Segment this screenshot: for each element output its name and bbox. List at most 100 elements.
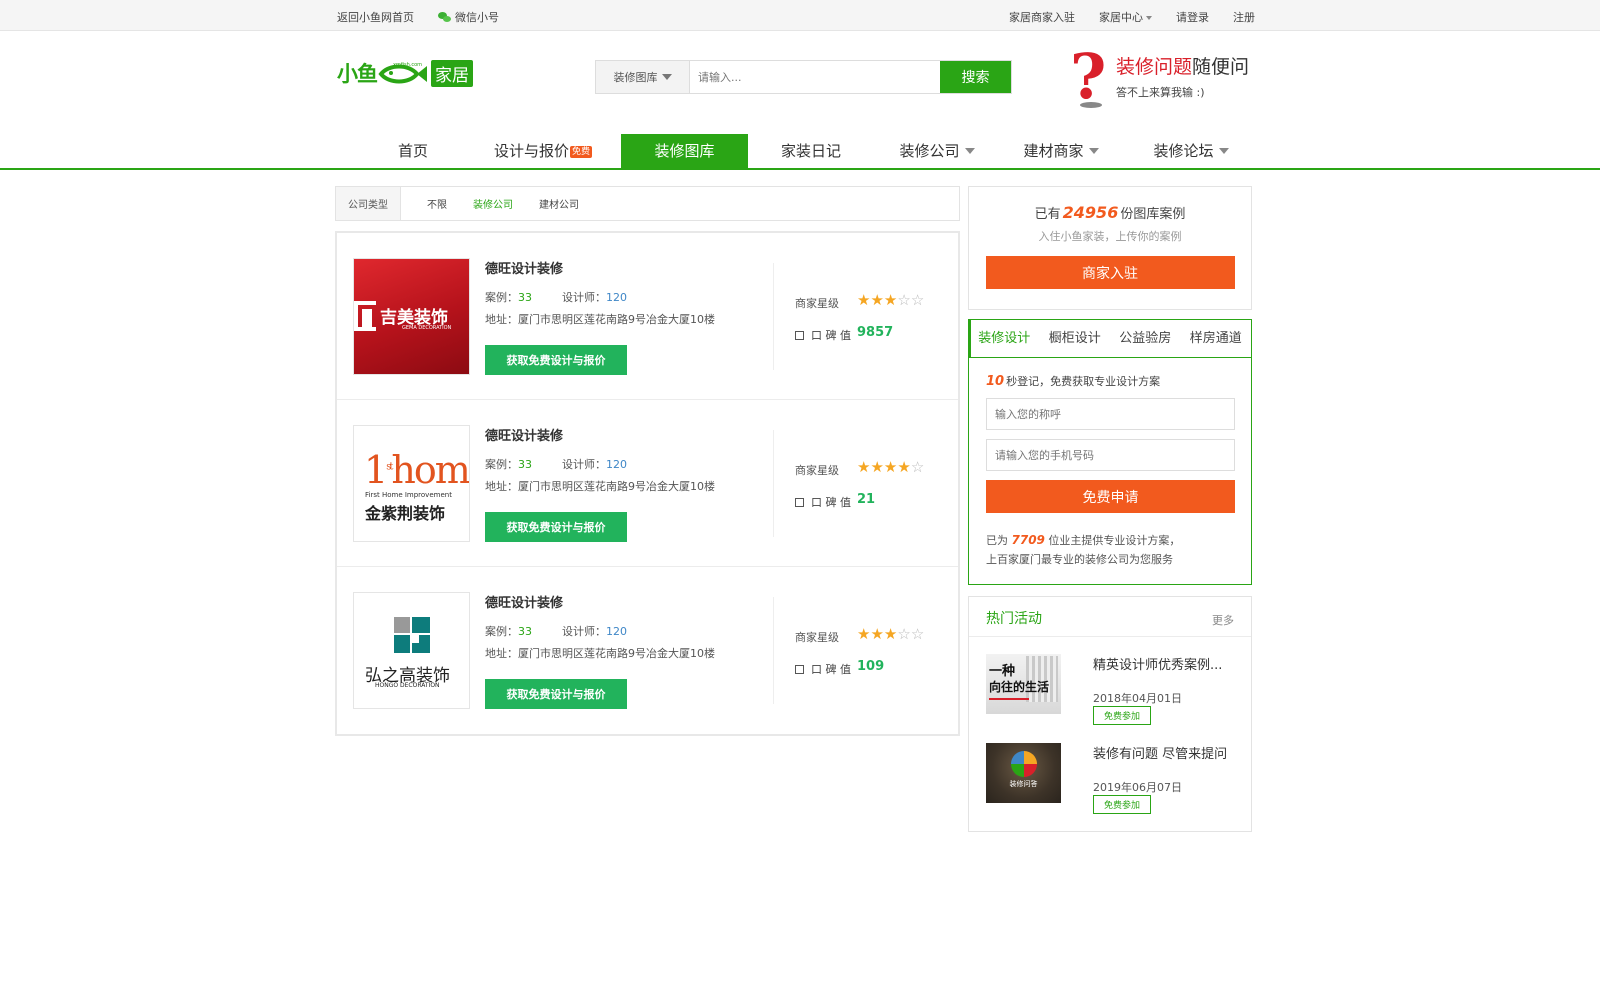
filter-option-materials[interactable]: 建材公司	[539, 196, 579, 211]
search-input[interactable]	[690, 61, 940, 93]
nav-item-diary[interactable]: 家装日记	[762, 134, 860, 168]
case-count-number: 24956	[1062, 203, 1119, 222]
search-button[interactable]: 搜索	[940, 61, 1011, 93]
register-link[interactable]: 注册	[1233, 9, 1255, 25]
company-logo-image[interactable]: 吉美装饰 GEMA DECORATION	[353, 258, 470, 375]
activities-header: 热门活动 更多	[969, 597, 1251, 637]
wechat-icon	[438, 12, 451, 22]
ask-headline-rest: 随便问	[1192, 56, 1250, 78]
activity-date: 2018年04月01日	[1093, 692, 1182, 705]
nav-item-label: 建材商家	[1023, 142, 1084, 160]
logo-wordmark: 1sthome	[364, 448, 469, 492]
chevron-down-icon	[1218, 148, 1229, 154]
case-count-panel: 已有 24956 份图库案例 入住小鱼家装，上传你的案例 商家入驻	[968, 186, 1252, 310]
tab-showroom[interactable]: 样房通道	[1181, 320, 1252, 357]
company-name[interactable]: 德旺设计装修	[485, 258, 563, 277]
company-name[interactable]: 德旺设计装修	[485, 425, 563, 444]
filter-option-all[interactable]: 不限	[427, 196, 447, 211]
search-category-select[interactable]: 装修图库	[596, 61, 690, 93]
activity-title[interactable]: 装修有问题 尽管来提问	[1093, 743, 1227, 762]
activity-image[interactable]: 一种 向往的生活	[986, 654, 1061, 714]
divider	[773, 263, 774, 370]
get-free-quote-button[interactable]: 获取免费设计与报价	[485, 345, 627, 375]
filter-label: 公司类型	[336, 187, 401, 220]
fish-logo-icon: xmfish.com	[378, 62, 427, 84]
home-center-menu[interactable]: 家居中心	[1099, 9, 1152, 25]
activities-more-link[interactable]: 更多	[1212, 612, 1234, 628]
ask-banner[interactable]: ? 装修问题随便问 答不上来算我输 :)	[1070, 46, 1260, 111]
company-name[interactable]: 德旺设计装修	[485, 592, 563, 611]
cases-label: 案例：	[485, 625, 518, 638]
ask-headline-red: 装修问题	[1116, 56, 1193, 78]
company-row: 1sthome First Home Improvement 金紫荆装饰 德旺设…	[337, 400, 958, 567]
activities-title: 热门活动	[986, 611, 1042, 627]
name-input[interactable]	[986, 398, 1235, 430]
company-logo-image[interactable]: 弘之高装饰 HONGO DECORATION	[353, 592, 470, 709]
star-rating-label: 商家星级	[795, 464, 839, 477]
reputation-label-wrap: 口 碑 值	[795, 327, 851, 343]
designers-label: 设计师：	[562, 625, 606, 638]
nav-item-design-quote[interactable]: 设计与报价 免费	[478, 134, 608, 168]
reputation-label-wrap: 口 碑 值	[795, 494, 851, 510]
nav-item-label: 首页	[397, 142, 428, 160]
back-home-link[interactable]: 返回小鱼网首页	[337, 9, 414, 25]
activity-item: 装修问答 装修有问题 尽管来提问 2019年06月07日 免费参加	[986, 743, 1236, 814]
top-bar: 返回小鱼网首页 微信小号 家居商家入驻 家居中心 请登录 注册	[0, 0, 1600, 31]
nav-item-label: 设计与报价	[493, 142, 569, 160]
activity-title[interactable]: 精英设计师优秀案例...	[1093, 654, 1222, 673]
star-filled-icon: ★	[870, 625, 884, 643]
nav-item-forum[interactable]: 装修论坛	[1140, 134, 1242, 168]
nav-item-label: 装修论坛	[1153, 142, 1214, 160]
nav-item-gallery[interactable]: 装修图库	[621, 134, 748, 168]
get-free-quote-button[interactable]: 获取免费设计与报价	[485, 512, 627, 542]
star-filled-icon: ★	[857, 625, 871, 643]
star-filled-icon: ★	[883, 291, 898, 309]
reputation-value: 109	[857, 659, 885, 674]
tab-decoration-design[interactable]: 装修设计	[969, 320, 1040, 358]
square-icon	[795, 330, 804, 340]
free-apply-button[interactable]: 免费申请	[986, 480, 1235, 513]
form-footer-rest: 位业主提供专业设计方案，	[1048, 534, 1181, 547]
star-empty-icon: ☆	[897, 625, 911, 643]
reputation-value: 9857	[857, 325, 894, 340]
star-filled-icon: ★	[883, 625, 898, 643]
case-count-prefix: 已有	[1034, 207, 1061, 222]
get-free-quote-button[interactable]: 获取免费设计与报价	[485, 679, 627, 709]
logo-text-main: 小鱼	[337, 62, 378, 86]
star-empty-icon: ☆	[897, 291, 911, 309]
star-filled-icon: ★	[857, 291, 871, 309]
form-lead: 10 秒登记，免费获取专业设计方案	[986, 373, 1251, 389]
filter-option-decoration[interactable]: 装修公司	[473, 196, 513, 211]
company-logo-image[interactable]: 1sthome First Home Improvement 金紫荆装饰	[353, 425, 470, 542]
phone-input[interactable]	[986, 439, 1235, 471]
main-nav: 首页 设计与报价 免费 装修图库 家装日记 装修公司 建材商家 装修论坛	[0, 134, 1600, 170]
nav-item-home[interactable]: 首页	[370, 134, 456, 168]
merchant-join-button[interactable]: 商家入驻	[985, 256, 1235, 289]
nav-item-materials[interactable]: 建材商家	[1010, 134, 1112, 168]
star-filled-icon: ★	[870, 458, 884, 476]
form-footer-number: 7709	[1011, 533, 1045, 547]
form-lead-text: 秒登记，免费获取专业设计方案	[1006, 375, 1161, 388]
company-address: 地址：厦门市思明区莲花南路9号冶金大厦10楼	[485, 313, 715, 326]
merchant-join-link[interactable]: 家居商家入驻	[1009, 9, 1075, 25]
logo-mark-shape	[394, 635, 410, 653]
nav-item-companies[interactable]: 装修公司	[886, 134, 988, 168]
company-list: 吉美装饰 GEMA DECORATION 德旺设计装修 案例：33 设计师：120…	[335, 231, 960, 736]
site-logo[interactable]: 小鱼 xmfish.com 家居	[337, 58, 473, 88]
free-join-button[interactable]: 免费参加	[1093, 795, 1151, 814]
company-stats: 案例：33 设计师：120	[485, 623, 627, 639]
tab-house-inspection[interactable]: 公益验房	[1110, 320, 1181, 357]
logo-mark-shape	[412, 617, 430, 633]
star-rating: ★★★☆☆	[857, 291, 924, 309]
tab-cabinet-design[interactable]: 橱柜设计	[1040, 320, 1111, 357]
designers-count: 120	[606, 458, 627, 471]
login-link[interactable]: 请登录	[1176, 9, 1209, 25]
star-rating-label: 商家星级	[795, 297, 839, 310]
form-footer-prefix: 已为	[986, 534, 1008, 547]
activity-image-text: 一种	[989, 664, 1016, 679]
wechat-link[interactable]: 微信小号	[438, 9, 499, 25]
activity-image[interactable]: 装修问答	[986, 743, 1061, 803]
company-address: 地址：厦门市思明区莲花南路9号冶金大厦10楼	[485, 480, 715, 493]
free-join-button[interactable]: 免费参加	[1093, 706, 1151, 725]
star-filled-icon: ★	[897, 458, 911, 476]
